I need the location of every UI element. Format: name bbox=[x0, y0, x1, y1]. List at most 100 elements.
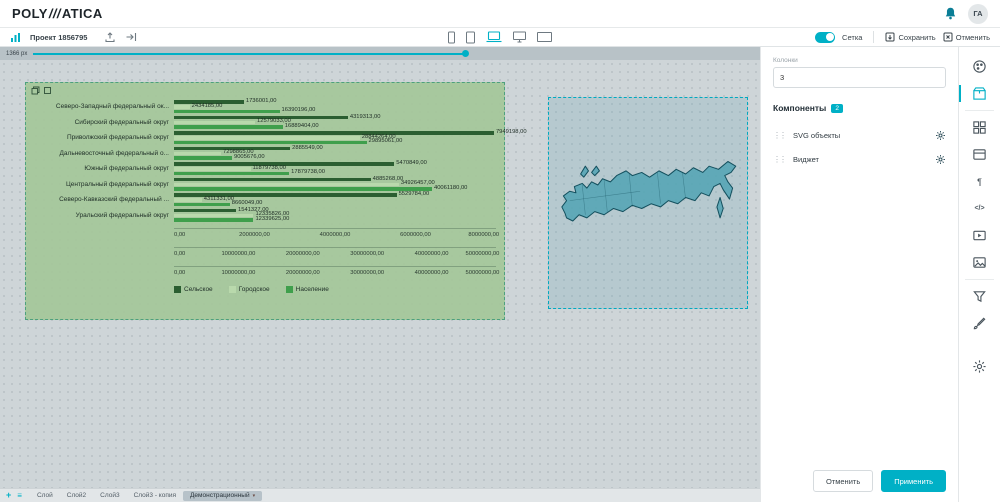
canvas-width-ruler: 1366 px bbox=[0, 47, 760, 60]
components-icon[interactable] bbox=[959, 80, 1000, 107]
bar bbox=[174, 183, 399, 187]
dashboard-chart-icon[interactable] bbox=[10, 32, 21, 43]
bar-value-label: 5529784,00 bbox=[399, 192, 430, 198]
layer-tab[interactable]: Слой3 bbox=[93, 491, 126, 501]
save-button[interactable]: Сохранить bbox=[885, 32, 935, 42]
caret-down-icon: ▾ bbox=[253, 493, 256, 499]
columns-field-label: Колонки bbox=[773, 57, 946, 64]
axis-tick-label: 30000000,00 bbox=[350, 251, 384, 257]
layers-list-icon[interactable]: ≡ bbox=[17, 492, 22, 500]
drag-handle-icon[interactable]: ⋮⋮ bbox=[773, 131, 787, 140]
drag-handle-icon[interactable]: ⋮⋮ bbox=[773, 155, 787, 164]
project-toolbar: Проект 1856795 Сетка Сохранить Отменить bbox=[0, 28, 1000, 47]
video-icon[interactable] bbox=[959, 222, 1000, 249]
device-desktop-icon[interactable] bbox=[513, 31, 527, 43]
bar bbox=[174, 152, 221, 156]
layout-grid-icon[interactable] bbox=[959, 114, 1000, 141]
legend-label: Сельское bbox=[184, 286, 213, 293]
chart-row: Северо-Западный федеральный ок...1736001… bbox=[32, 99, 496, 115]
card-icon[interactable] bbox=[959, 141, 1000, 168]
component-label: SVG объекты bbox=[793, 131, 929, 140]
category-label: Центральный федеральный округ bbox=[32, 181, 174, 188]
strip-spacer bbox=[959, 337, 1000, 353]
width-slider[interactable] bbox=[33, 50, 754, 57]
bar-line: 16889404,00 bbox=[174, 125, 496, 130]
axis-tick-label: 0,00 bbox=[174, 232, 185, 238]
notifications-bell-icon[interactable] bbox=[943, 6, 958, 21]
grid-toggle[interactable] bbox=[815, 32, 835, 43]
user-avatar[interactable]: ГА bbox=[968, 4, 988, 24]
text-icon[interactable]: ¶ bbox=[959, 168, 1000, 195]
chart-row: Приволжский федеральный округ7949198,002… bbox=[32, 130, 496, 146]
component-item[interactable]: ⋮⋮ SVG объекты bbox=[773, 123, 946, 147]
columns-input[interactable] bbox=[773, 67, 946, 88]
bar-line: 17879738,00 bbox=[174, 171, 496, 176]
bar bbox=[174, 172, 289, 176]
panel-apply-button[interactable]: Применить bbox=[881, 470, 946, 492]
layer-tab-label: Слой3 bbox=[100, 492, 119, 499]
chart-widget[interactable]: Северо-Западный федеральный ок...1736001… bbox=[25, 82, 505, 320]
category-label: Сибирский федеральный округ bbox=[32, 119, 174, 126]
svg-map-widget[interactable] bbox=[548, 97, 748, 309]
layers-bar: + ≡ Слой Слой2 Слой3 Слой3 - копияДемонстра… bbox=[0, 488, 760, 502]
palette-icon[interactable] bbox=[959, 53, 1000, 80]
settings-gear-icon[interactable] bbox=[959, 353, 1000, 380]
legend-swatch bbox=[229, 286, 236, 293]
strip-separator bbox=[965, 279, 994, 280]
logo-text-right: ATICA bbox=[62, 6, 103, 21]
axis-tick-label: 0,00 bbox=[174, 270, 185, 276]
chart-row: Сибирский федеральный округ4319313,00125… bbox=[32, 115, 496, 131]
indent-icon[interactable] bbox=[125, 31, 137, 43]
axis-row: 0,002000000,004000000,006000000,00800000… bbox=[174, 228, 496, 247]
device-laptop-icon[interactable] bbox=[486, 31, 503, 43]
upload-icon[interactable] bbox=[104, 31, 116, 43]
legend-item: Население bbox=[286, 286, 329, 293]
polymatica-logo: POLY///ATICA bbox=[12, 6, 103, 21]
bar bbox=[174, 156, 232, 160]
axis-tick-label: 2000000,00 bbox=[239, 232, 270, 238]
bar-value-label: 9005676,00 bbox=[234, 155, 265, 161]
widget-layers-icon[interactable] bbox=[43, 86, 52, 95]
width-slider-handle[interactable] bbox=[462, 50, 469, 57]
axis-tick-label: 20000000,00 bbox=[286, 251, 320, 257]
axis-tick-label: 10000000,00 bbox=[221, 270, 255, 276]
component-settings-gear-icon[interactable] bbox=[935, 154, 946, 165]
chart-row: Центральный федеральный округ4885268,003… bbox=[32, 177, 496, 193]
dashboard-canvas[interactable]: Северо-Западный федеральный ок...1736001… bbox=[0, 60, 760, 488]
bar-value-label: 17879738,00 bbox=[291, 170, 325, 176]
layer-tab[interactable]: Слой2 bbox=[60, 491, 93, 501]
component-item[interactable]: ⋮⋮Виджет bbox=[773, 147, 946, 171]
logo-text-left: POLY bbox=[12, 6, 48, 21]
device-tablet-icon[interactable] bbox=[466, 31, 476, 44]
legend-label: Население bbox=[296, 286, 329, 293]
layer-tab[interactable]: Демонстрационный▾ bbox=[183, 491, 262, 501]
device-smartphone-icon[interactable] bbox=[448, 31, 456, 44]
add-layer-button[interactable]: + bbox=[6, 491, 11, 500]
category-label: Северо-Западный федеральный ок... bbox=[32, 103, 174, 110]
components-title: Компоненты bbox=[773, 103, 826, 113]
image-icon[interactable] bbox=[959, 249, 1000, 276]
component-settings-gear-icon[interactable] bbox=[935, 130, 946, 141]
legend-swatch bbox=[174, 286, 181, 293]
strip-separator bbox=[965, 110, 994, 111]
russia-map-graphic bbox=[554, 151, 742, 255]
filter-icon[interactable] bbox=[959, 283, 1000, 310]
panel-cancel-button[interactable]: Отменить bbox=[813, 470, 873, 492]
layer-tab[interactable]: Слой bbox=[30, 491, 60, 501]
cancel-edit-button[interactable]: Отменить bbox=[943, 32, 990, 42]
bar bbox=[174, 121, 255, 125]
device-widescreen-icon[interactable] bbox=[537, 31, 553, 43]
chart-axes: 0,002000000,004000000,006000000,00800000… bbox=[174, 228, 496, 285]
settings-panel: Колонки Компоненты 2 ⋮⋮SVG объекты⋮⋮Видж… bbox=[760, 47, 958, 502]
code-icon[interactable]: </> bbox=[959, 195, 1000, 222]
category-label: Приволжский федеральный округ bbox=[32, 134, 174, 141]
chart-row: Северо-Кавказский федеральный ...5529784… bbox=[32, 192, 496, 208]
chart-row: Уральский федеральный округ1541327,00123… bbox=[32, 208, 496, 224]
category-label: Дальневосточный федеральный о... bbox=[32, 150, 174, 157]
layer-tab-label: Слой2 bbox=[67, 492, 86, 499]
brush-icon[interactable] bbox=[959, 310, 1000, 337]
widget-duplicate-icon[interactable] bbox=[31, 86, 40, 95]
layer-tab[interactable]: Слой3 - копия bbox=[127, 491, 183, 501]
chart-row: Дальневосточный федеральный о...2885549,… bbox=[32, 146, 496, 162]
layer-tabs: Слой Слой2 Слой3 Слой3 - копияДемонстрацион… bbox=[30, 491, 262, 501]
